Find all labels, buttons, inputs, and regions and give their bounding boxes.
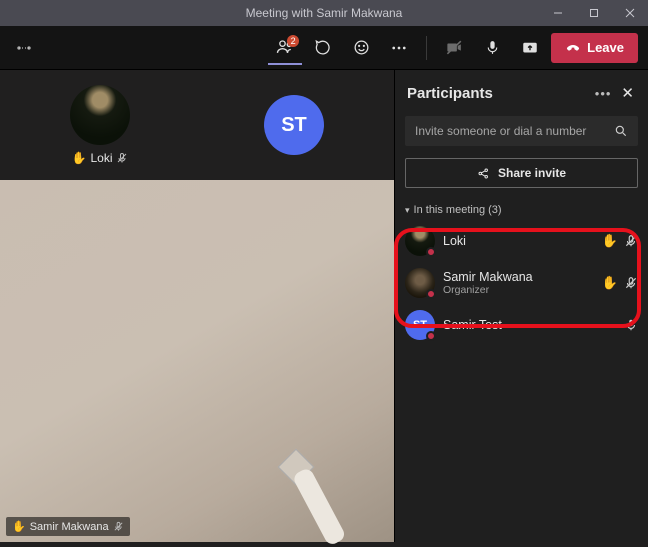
avatar-initials: ST bbox=[281, 114, 307, 137]
mic-button[interactable] bbox=[475, 31, 509, 65]
avatar bbox=[405, 268, 435, 298]
mic-muted-icon bbox=[624, 276, 638, 290]
raised-hand-icon: ✋ bbox=[72, 151, 87, 165]
mic-muted-icon bbox=[624, 234, 638, 248]
reactions-button[interactable] bbox=[344, 31, 378, 65]
window-controls bbox=[540, 0, 648, 26]
share-invite-button[interactable]: Share invite bbox=[405, 158, 638, 188]
panel-close-button[interactable]: ✕ bbox=[619, 84, 636, 102]
avatar bbox=[70, 85, 130, 145]
panel-header: Participants ••• ✕ bbox=[395, 70, 648, 112]
minimize-button[interactable] bbox=[540, 0, 576, 26]
avatar bbox=[405, 226, 435, 256]
hangup-icon bbox=[565, 40, 581, 56]
raised-hand-icon: ✋ bbox=[602, 233, 618, 249]
toolbar-separator bbox=[426, 36, 427, 60]
mic-muted-icon bbox=[113, 521, 124, 532]
presence-dot bbox=[426, 289, 436, 299]
avatar-initials: ST bbox=[413, 319, 427, 331]
maximize-button[interactable] bbox=[576, 0, 612, 26]
invite-input[interactable]: Invite someone or dial a number bbox=[405, 116, 638, 146]
more-actions-button[interactable] bbox=[382, 31, 416, 65]
mic-muted-icon bbox=[116, 152, 128, 164]
decor-cord bbox=[292, 467, 347, 547]
participant-list: Loki ✋ Samir Makwana Organizer ✋ ST bbox=[395, 220, 648, 346]
avatar: ST bbox=[264, 95, 324, 155]
section-label: In this meeting (3) bbox=[414, 204, 502, 216]
participant-name: Samir Test bbox=[443, 318, 616, 332]
participant-name: Loki bbox=[443, 234, 594, 248]
window-title: Meeting with Samir Makwana bbox=[246, 6, 403, 20]
participant-row[interactable]: Loki ✋ bbox=[395, 220, 648, 262]
participants-panel: Participants ••• ✕ Invite someone or dia… bbox=[394, 70, 648, 542]
close-window-button[interactable] bbox=[612, 0, 648, 26]
participant-row[interactable]: ST Samir Test bbox=[395, 304, 648, 346]
participant-tile-st[interactable]: ST bbox=[200, 73, 388, 177]
leave-label: Leave bbox=[587, 40, 624, 55]
participant-tile-loki[interactable]: ✋ Loki bbox=[6, 73, 194, 177]
presence-dot bbox=[426, 247, 436, 257]
invite-placeholder: Invite someone or dial a number bbox=[415, 124, 614, 138]
leave-button[interactable]: Leave bbox=[551, 33, 638, 63]
people-button[interactable]: 2 bbox=[268, 31, 302, 65]
share-invite-label: Share invite bbox=[498, 166, 566, 180]
chat-button[interactable] bbox=[306, 31, 340, 65]
chevron-down-icon: ▾ bbox=[405, 205, 410, 216]
search-icon bbox=[614, 124, 628, 138]
raised-hand-icon: ✋ bbox=[12, 520, 26, 533]
presence-dot bbox=[426, 331, 436, 341]
options-icon[interactable] bbox=[10, 43, 38, 53]
speaker-label: ✋ Samir Makwana bbox=[6, 517, 130, 536]
section-header[interactable]: ▾ In this meeting (3) bbox=[395, 198, 648, 220]
meeting-toolbar: 2 Leave bbox=[0, 26, 648, 70]
video-stage: ✋ Loki ST ✋ Samir Makwana bbox=[0, 70, 394, 542]
raised-hand-icon: ✋ bbox=[602, 275, 618, 291]
main-area: ✋ Loki ST ✋ Samir Makwana bbox=[0, 70, 648, 542]
people-badge: 2 bbox=[287, 35, 299, 47]
titlebar: Meeting with Samir Makwana bbox=[0, 0, 648, 26]
tile-name: Loki bbox=[90, 151, 112, 165]
participant-role: Organizer bbox=[443, 284, 594, 296]
camera-button[interactable] bbox=[437, 31, 471, 65]
speaker-name: Samir Makwana bbox=[30, 521, 109, 533]
participant-row[interactable]: Samir Makwana Organizer ✋ bbox=[395, 262, 648, 304]
tile-strip: ✋ Loki ST bbox=[0, 70, 394, 180]
main-video[interactable] bbox=[0, 180, 394, 542]
mic-on-icon bbox=[624, 318, 638, 332]
panel-more-button[interactable]: ••• bbox=[587, 86, 620, 101]
panel-title: Participants bbox=[407, 85, 587, 102]
participant-name: Samir Makwana bbox=[443, 270, 594, 284]
avatar: ST bbox=[405, 310, 435, 340]
share-icon bbox=[477, 167, 490, 180]
share-screen-button[interactable] bbox=[513, 31, 547, 65]
